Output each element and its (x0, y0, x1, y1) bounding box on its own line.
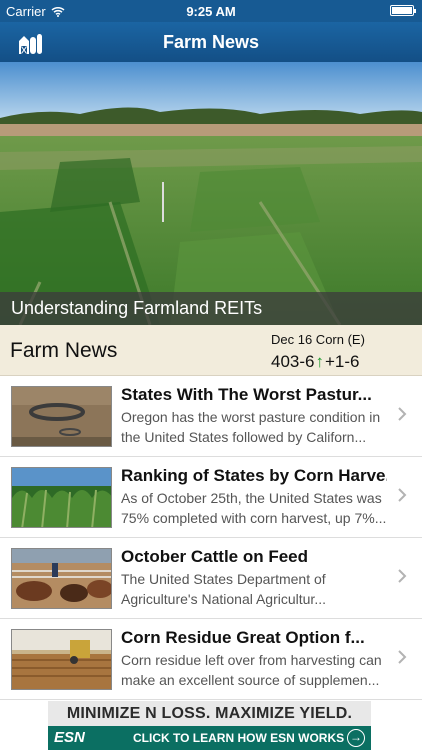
article-description: The United States Department of Agricultu… (121, 571, 326, 607)
article-thumbnail (11, 629, 112, 690)
nav-bar: Farm News (0, 22, 422, 62)
ad-cta-bar: ESN CLICK TO LEARN HOW ESN WORKS → (48, 726, 371, 750)
section-title: Farm News (10, 339, 118, 362)
section-header: Farm News Dec 16 Corn (E) 403-6↑+1-6 (0, 325, 422, 376)
chevron-right-icon (398, 650, 407, 664)
article-list: States With The Worst Pastur... Oregon h… (0, 376, 422, 700)
article-title: States With The Worst Pastur... (121, 385, 372, 404)
ad-brand-logo: ESN (54, 729, 85, 746)
chevron-right-icon (398, 488, 407, 502)
chevron-right-icon (398, 407, 407, 421)
ad-banner[interactable]: MINIMIZE N LOSS. MAXIMIZE YIELD. ESN CLI… (48, 701, 371, 750)
article-description: Oregon has the worst pasture condition i… (121, 409, 381, 445)
article-thumbnail (11, 467, 112, 528)
status-time: 9:25 AM (186, 4, 236, 19)
nav-title: Farm News (162, 32, 260, 52)
ad-headline: MINIMIZE N LOSS. MAXIMIZE YIELD. (48, 701, 371, 726)
list-item[interactable]: Corn Residue Great Option f... Corn resi… (0, 619, 422, 700)
article-title: October Cattle on Feed (121, 547, 309, 566)
quote-name: Dec 16 Corn (E) (271, 332, 365, 347)
featured-article[interactable]: Understanding Farmland REITs (0, 62, 422, 325)
article-thumbnail (11, 386, 112, 447)
quote-change: +1-6 (324, 352, 360, 371)
article-description: Corn residue left over from harvesting c… (121, 652, 382, 688)
barn-icon[interactable] (16, 30, 42, 54)
arrow-right-icon: → (347, 729, 365, 747)
article-title: Corn Residue Great Option f... (121, 628, 365, 647)
quote-price: 403-6 (271, 352, 315, 371)
status-bar: Carrier 9:25 AM (0, 0, 422, 22)
ad-cta-label: CLICK TO LEARN HOW ESN WORKS (133, 731, 345, 745)
list-item[interactable]: October Cattle on Feed The United States… (0, 538, 422, 619)
chevron-right-icon (398, 569, 407, 583)
battery-icon (390, 5, 416, 16)
quote-value: 403-6↑+1-6 (271, 352, 359, 372)
list-item[interactable]: Ranking of States by Corn Harve... As of… (0, 457, 422, 538)
article-thumbnail (11, 548, 112, 609)
article-title: Ranking of States by Corn Harve... (121, 466, 387, 485)
hero-caption: Understanding Farmland REITs (0, 292, 422, 325)
arrow-up-icon: ↑ (315, 352, 324, 371)
list-item[interactable]: States With The Worst Pastur... Oregon h… (0, 376, 422, 457)
article-description: As of October 25th, the United States wa… (121, 490, 387, 526)
hero-image (0, 62, 422, 325)
